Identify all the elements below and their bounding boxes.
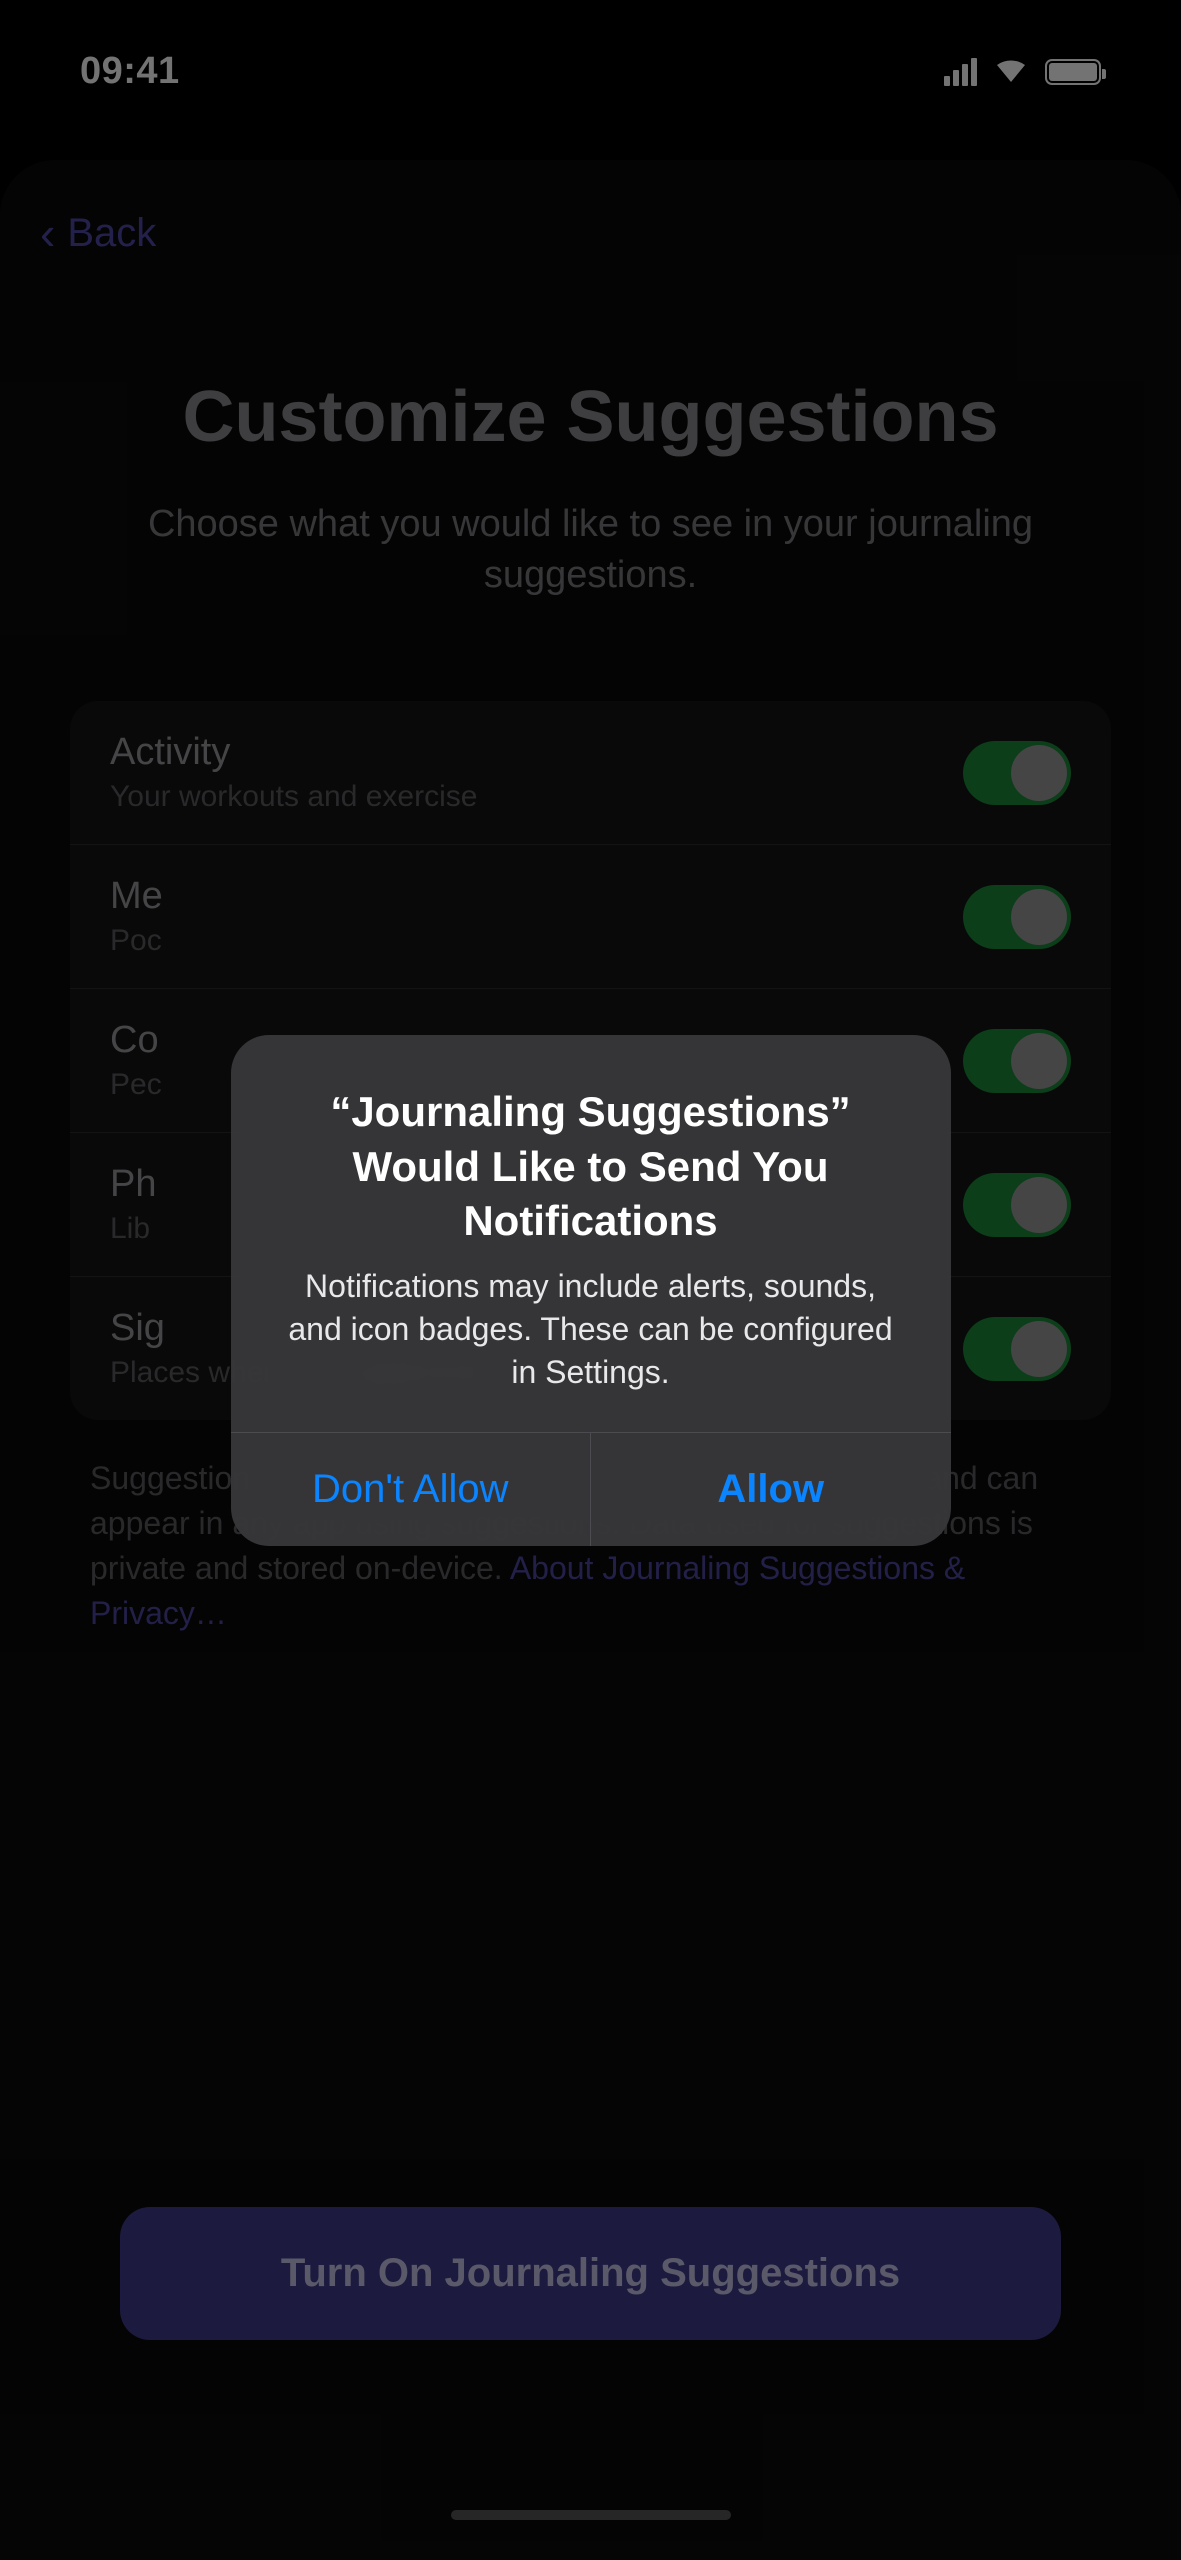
dont-allow-button[interactable]: Don't Allow: [231, 1433, 592, 1546]
allow-button[interactable]: Allow: [591, 1433, 951, 1546]
notification-permission-alert: “Journaling Suggestions” Would Like to S…: [231, 1035, 951, 1546]
alert-message: Notifications may include alerts, sounds…: [281, 1265, 901, 1395]
alert-title: “Journaling Suggestions” Would Like to S…: [281, 1085, 901, 1249]
